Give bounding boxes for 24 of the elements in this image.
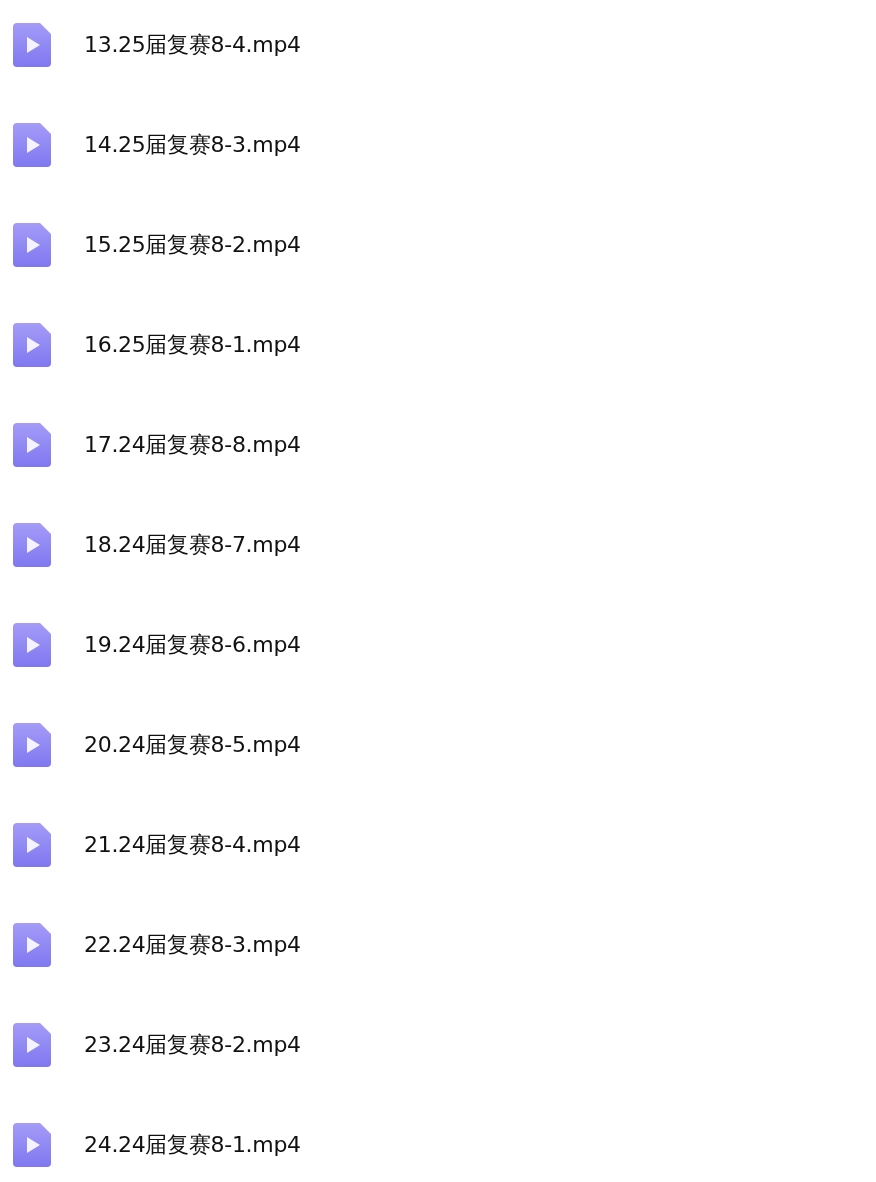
file-name[interactable]: 16.25届复赛8-1.mp4	[84, 330, 301, 360]
file-name[interactable]: 15.25届复赛8-2.mp4	[84, 230, 301, 260]
video-file-icon	[13, 1123, 51, 1167]
video-file-icon	[13, 223, 51, 267]
file-name[interactable]: 22.24届复赛8-3.mp4	[84, 930, 301, 960]
file-name[interactable]: 23.24届复赛8-2.mp4	[84, 1030, 301, 1060]
video-file-icon	[13, 323, 51, 367]
video-file-icon	[13, 523, 51, 567]
file-name[interactable]: 21.24届复赛8-4.mp4	[84, 830, 301, 860]
video-file-icon	[13, 123, 51, 167]
video-file-icon	[13, 723, 51, 767]
video-file-icon	[13, 823, 51, 867]
file-name[interactable]: 14.25届复赛8-3.mp4	[84, 130, 301, 160]
video-file-icon	[13, 923, 51, 967]
file-name[interactable]: 13.25届复赛8-4.mp4	[84, 30, 301, 60]
video-file-icon	[13, 23, 51, 67]
video-file-icon	[13, 423, 51, 467]
video-file-icon	[13, 1023, 51, 1067]
file-name[interactable]: 19.24届复赛8-6.mp4	[84, 630, 301, 660]
video-file-icon	[13, 623, 51, 667]
file-name[interactable]: 24.24届复赛8-1.mp4	[84, 1130, 301, 1160]
file-name[interactable]: 18.24届复赛8-7.mp4	[84, 530, 301, 560]
file-name[interactable]: 17.24届复赛8-8.mp4	[84, 430, 301, 460]
file-name[interactable]: 20.24届复赛8-5.mp4	[84, 730, 301, 760]
